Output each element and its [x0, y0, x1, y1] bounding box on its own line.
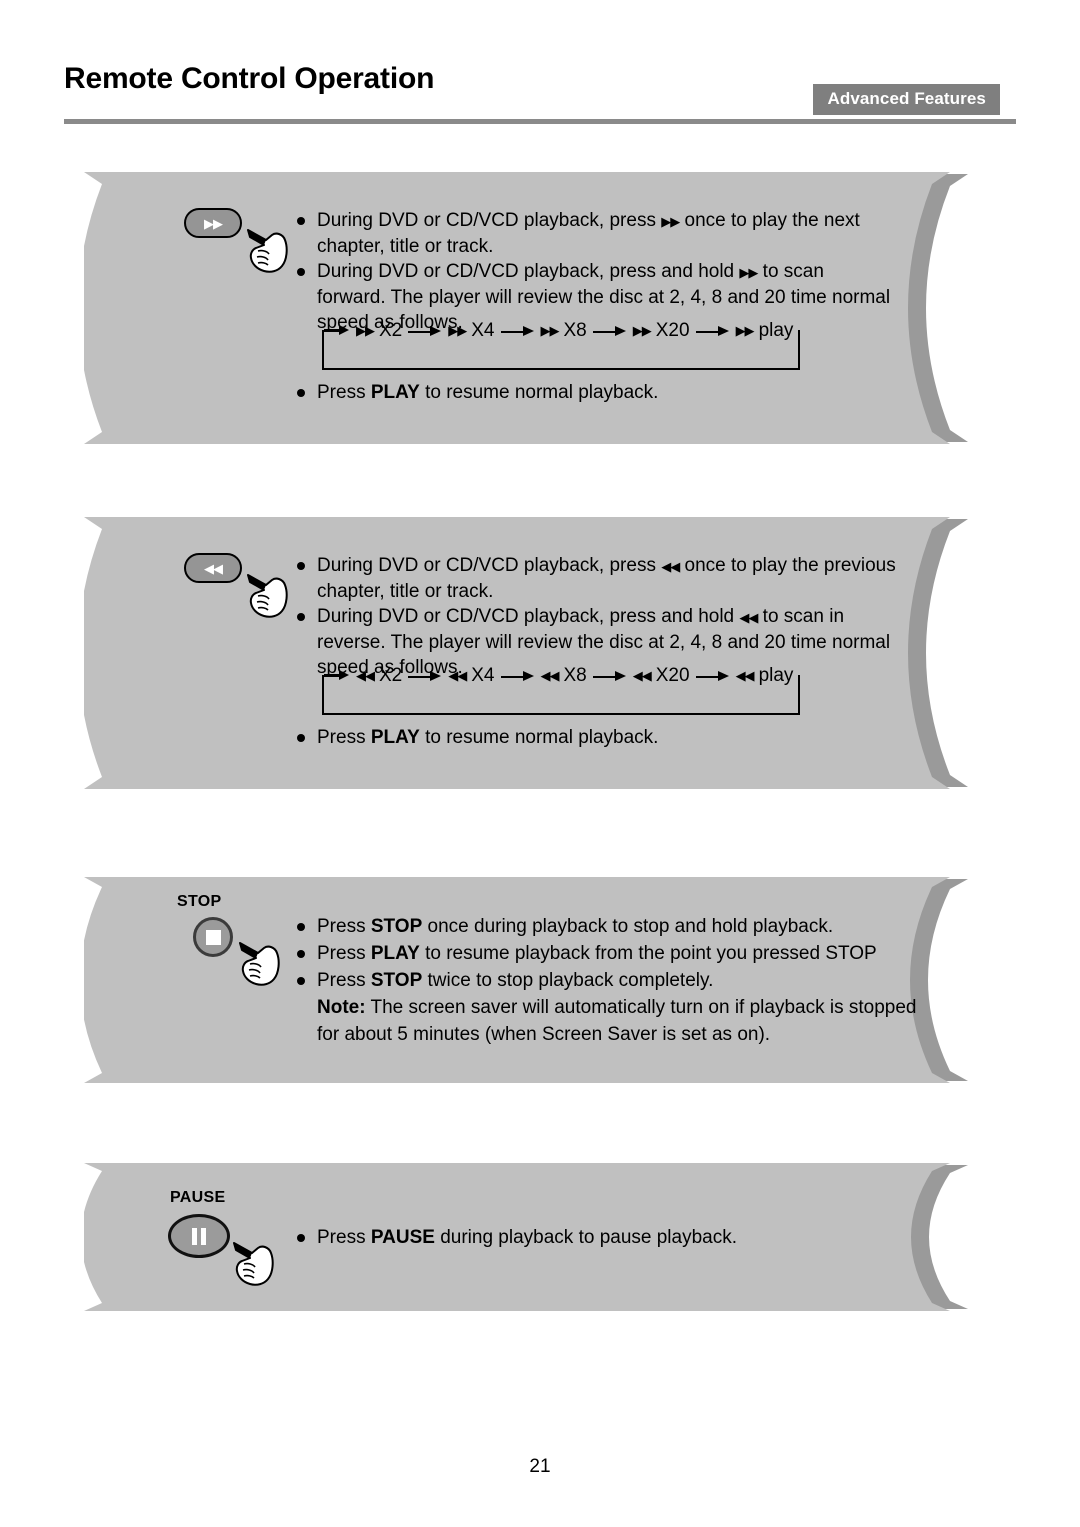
list-item: Press PLAY to resume normal playback. — [297, 725, 897, 750]
banner-pause: PAUSE Press PAUSE during playback to pau… — [84, 1163, 968, 1311]
bullet-dot — [297, 217, 305, 225]
inline-rewind-icon: ◀◀ — [739, 610, 758, 625]
fast-forward-speed-loop: ▶▶ X2 ▶▶ X4 ▶▶ X8 ▶▶ X20 ▶▶ play — [322, 318, 800, 370]
stop-button-caption: STOP — [177, 893, 222, 910]
stop-instructions: Press STOP once during playback to stop … — [297, 913, 927, 1048]
fast-forward-instructions: During DVD or CD/VCD playback, press ▶▶ … — [297, 208, 897, 335]
list-item: Press STOP twice to stop playback comple… — [297, 967, 927, 994]
page-title: Remote Control Operation — [64, 62, 435, 95]
rewind-instructions: During DVD or CD/VCD playback, press ◀◀ … — [297, 553, 907, 680]
instruction-text: During DVD or CD/VCD playback, press ▶▶ … — [317, 210, 860, 257]
bullet-dot — [297, 734, 305, 742]
loop-arrow-icon — [592, 671, 627, 682]
bullet-dot — [297, 923, 305, 931]
loop-step: ◀◀ play — [735, 665, 794, 686]
list-item: Press PLAY to resume normal playback. — [297, 380, 897, 405]
instruction-text: During DVD or CD/VCD playback, press ◀◀ … — [317, 555, 896, 602]
pause-bars-glyph — [192, 1227, 206, 1245]
stop-square-glyph — [205, 929, 221, 945]
list-item: During DVD or CD/VCD playback, press ◀◀ … — [297, 553, 907, 604]
instruction-text: Press PLAY to resume normal playback. — [317, 727, 659, 748]
inline-fast-forward-icon: ▶▶ — [661, 214, 680, 229]
list-item: Press STOP once during playback to stop … — [297, 913, 927, 940]
loop-arrow-icon — [695, 326, 730, 337]
banner-fast-forward: ▶▶ During DVD or CD/VCD playback, press … — [84, 172, 968, 444]
pause-icon[interactable] — [168, 1214, 230, 1258]
rewind-glyph: ◀◀ — [204, 560, 223, 576]
pointing-hand-icon — [239, 942, 280, 986]
banner-rewind: ◀◀ During DVD or CD/VCD playback, press … — [84, 517, 968, 789]
list-item: Press PAUSE during playback to pause pla… — [297, 1225, 897, 1250]
loop-arrow-icon — [408, 671, 442, 682]
list-item: During DVD or CD/VCD playback, press ▶▶ … — [297, 208, 897, 259]
bullet-dot — [297, 950, 305, 958]
stop-note: Note: The screen saver will automaticall… — [297, 994, 927, 1048]
instruction-text: Press STOP twice to stop playback comple… — [317, 970, 714, 991]
loop-step: ▶▶ X20 — [632, 320, 690, 341]
page-header: Remote Control Operation Advanced Featur… — [64, 62, 1016, 124]
instruction-text: Press PLAY to resume playback from the p… — [317, 943, 877, 964]
bullet-dot — [297, 389, 305, 397]
stop-icon[interactable] — [193, 917, 233, 957]
loop-step: ◀◀ X4 — [448, 665, 495, 686]
instruction-text: Press STOP once during playback to stop … — [317, 916, 834, 937]
loop-arrow-icon — [592, 326, 627, 337]
list-item: Press PLAY to resume playback from the p… — [297, 940, 927, 967]
banner-stop: STOP Press STOP once during playback to … — [84, 877, 968, 1083]
rewind-speed-loop: ◀◀ X2 ◀◀ X4 ◀◀ X8 ◀◀ X20 ◀◀ play — [322, 663, 800, 715]
header-divider — [64, 119, 1016, 124]
loop-arrow-icon — [500, 671, 535, 682]
loop-step: ◀◀ X8 — [540, 665, 587, 686]
loop-step: ▶▶ X4 — [448, 320, 495, 341]
inline-fast-forward-icon: ▶▶ — [739, 265, 758, 280]
bullet-dot — [297, 268, 305, 276]
loop-step: ▶▶ X2 — [356, 320, 403, 341]
loop-step: ▶▶ play — [735, 320, 794, 341]
loop-step: ◀◀ X20 — [632, 665, 690, 686]
loop-step: ▶▶ X8 — [540, 320, 587, 341]
pointing-hand-icon — [247, 574, 288, 618]
fast-forward-icon[interactable]: ▶▶ — [184, 208, 242, 238]
rewind-footer: Press PLAY to resume normal playback. — [297, 725, 897, 750]
bullet-dot — [297, 977, 305, 985]
rewind-icon[interactable]: ◀◀ — [184, 553, 242, 583]
loop-step: ◀◀ X2 — [356, 665, 403, 686]
instruction-text: Press PAUSE during playback to pause pla… — [317, 1227, 738, 1248]
inline-rewind-icon: ◀◀ — [661, 559, 680, 574]
bullet-dot — [297, 562, 305, 570]
bullet-dot — [297, 613, 305, 621]
note-text: Note: The screen saver will automaticall… — [317, 997, 917, 1045]
loop-arrow-icon — [408, 326, 442, 337]
pause-instructions: Press PAUSE during playback to pause pla… — [297, 1225, 897, 1250]
loop-arrow-icon — [695, 671, 730, 682]
pause-button-caption: PAUSE — [170, 1189, 226, 1206]
pointing-hand-icon — [233, 1242, 274, 1286]
pointing-hand-icon — [247, 229, 288, 273]
fast-forward-footer: Press PLAY to resume normal playback. — [297, 380, 897, 405]
page-number: 21 — [529, 1456, 551, 1477]
section-badge: Advanced Features — [813, 84, 1000, 115]
instruction-text: Press PLAY to resume normal playback. — [317, 382, 659, 403]
bullet-dot — [297, 1234, 305, 1242]
fast-forward-glyph: ▶▶ — [204, 215, 223, 231]
loop-arrow-icon — [500, 326, 535, 337]
